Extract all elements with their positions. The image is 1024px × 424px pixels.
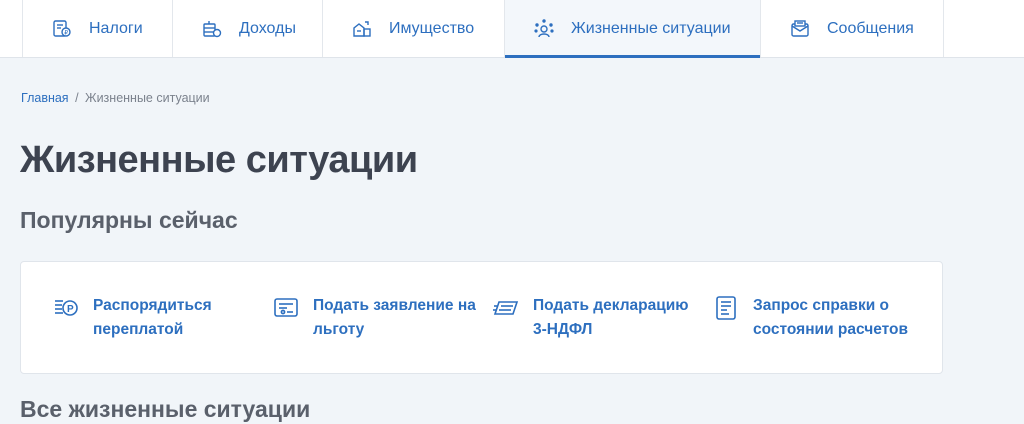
popular-item-label: Подать декларацию 3-НДФЛ [533,297,689,338]
tab-income-label: Доходы [239,19,296,37]
tab-taxes[interactable]: ₽ Налоги [22,0,172,57]
tab-life-situations[interactable]: Жизненные ситуации [504,0,760,58]
life-situations-icon [533,18,555,40]
tab-messages-label: Сообщения [827,19,914,37]
svg-text:P: P [67,304,74,315]
top-navigation: ₽ Налоги Доходы Имущество Жизненные ситу… [0,0,1024,58]
popular-section-title: Популярны сейчас [20,207,238,233]
tab-property[interactable]: Имущество [322,0,504,57]
all-section-title: Все жизненные ситуации [20,396,311,422]
certificate-request-icon [713,295,739,321]
svg-text:₽: ₽ [64,29,68,36]
taxes-icon: ₽ [51,18,73,40]
popular-item-label: Распорядиться переплатой [93,297,212,338]
tab-life-situations-label: Жизненные ситуации [571,19,731,37]
popular-item-certificate-request[interactable]: Запрос справки о состоянии расчетов [713,294,923,342]
tab-property-label: Имущество [389,19,475,37]
benefit-application-icon [273,295,299,321]
tab-taxes-label: Налоги [89,19,143,37]
page-title: Жизненные ситуации [20,139,418,181]
breadcrumb-separator: / [75,91,79,105]
income-icon [201,18,223,40]
popular-item-declaration[interactable]: Подать декларацию 3-НДФЛ [493,294,703,342]
property-icon [351,18,373,40]
tab-income[interactable]: Доходы [172,0,322,57]
popular-card: P Распорядиться переплатой Подать заявле… [20,261,943,374]
popular-item-benefit-application[interactable]: Подать заявление на льготу [273,294,483,342]
breadcrumb-home-link[interactable]: Главная [21,91,69,105]
breadcrumb: Главная / Жизненные ситуации [21,91,210,105]
breadcrumb-current: Жизненные ситуации [85,91,210,105]
popular-item-label: Запрос справки о состоянии расчетов [753,297,909,338]
overpayment-icon: P [53,295,79,321]
popular-item-overpayment[interactable]: P Распорядиться переплатой [53,294,263,342]
tab-messages[interactable]: Сообщения [760,0,944,57]
messages-icon [789,18,811,40]
top-navigation-tabs: ₽ Налоги Доходы Имущество Жизненные ситу… [22,0,944,58]
popular-item-label: Подать заявление на льготу [313,297,476,338]
declaration-icon [493,295,519,321]
